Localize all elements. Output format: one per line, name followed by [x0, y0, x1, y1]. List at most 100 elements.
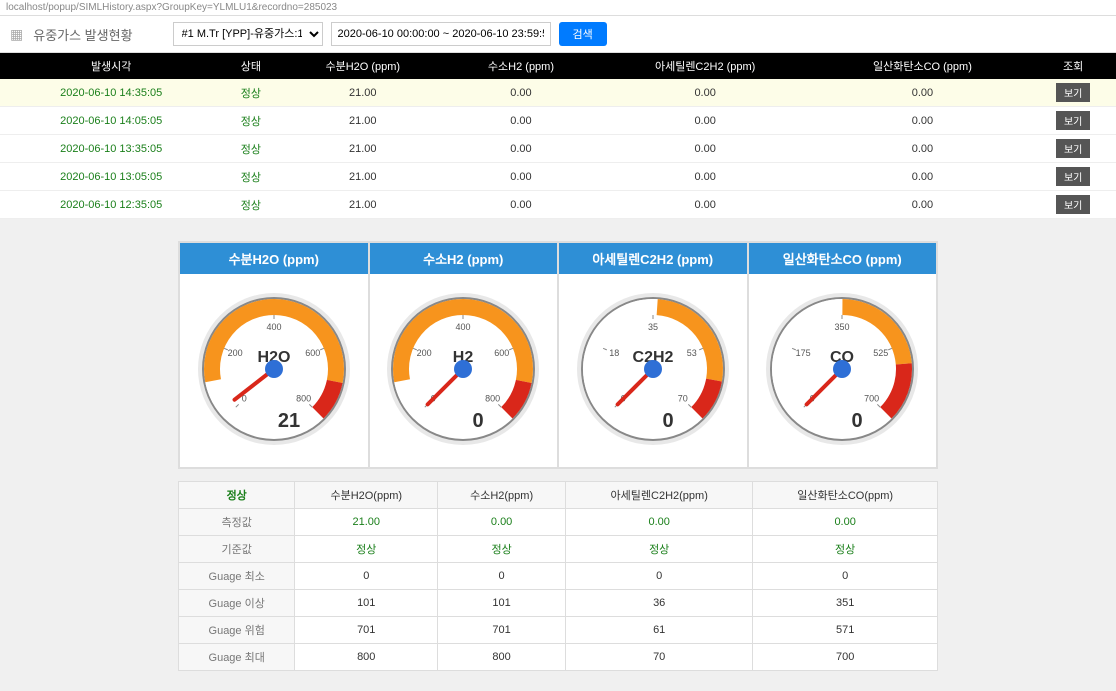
gauge-body: 0175350525700 CO 0 — [749, 274, 937, 467]
gauge-svg: 0200400600800 H2O 21 — [189, 284, 359, 454]
cell-status: 정상 — [222, 163, 279, 191]
gauge-cell: 일산화탄소CO (ppm) 0175350525700 CO 0 — [748, 242, 938, 468]
detail-cell: 101 — [295, 590, 438, 617]
controls: #1 M.Tr [YPP]-유중가스:1 검색 — [173, 22, 607, 46]
detail-cell: 0 — [295, 563, 438, 590]
gauge-svg: 0200400600800 H2 0 — [378, 284, 548, 454]
view-button[interactable]: 보기 — [1056, 111, 1090, 130]
cell-co: 0.00 — [815, 135, 1031, 163]
view-button[interactable]: 보기 — [1056, 195, 1090, 214]
cell-h2o: 21.00 — [279, 135, 446, 163]
cell-h2: 0.00 — [446, 79, 596, 107]
detail-cell: 61 — [566, 617, 753, 644]
gauge-svg: 0175350525700 CO 0 — [757, 284, 927, 454]
svg-text:800: 800 — [296, 394, 311, 404]
svg-text:70: 70 — [677, 394, 687, 404]
view-button[interactable]: 보기 — [1056, 167, 1090, 186]
gauge-title: 수분H2O (ppm) — [180, 243, 368, 274]
gauge-value: 21 — [278, 410, 300, 432]
gauge-cell: 수소H2 (ppm) 0200400600800 H2 0 — [369, 242, 559, 468]
detail-row: Guage 위험70170161571 — [179, 617, 938, 644]
detail-row: Guage 이상10110136351 — [179, 590, 938, 617]
cell-h2: 0.00 — [446, 107, 596, 135]
group-select[interactable]: #1 M.Tr [YPP]-유중가스:1 — [173, 22, 323, 46]
gauge-cell: 아세틸렌C2H2 (ppm) 018355370 C2H2 0 — [558, 242, 748, 468]
cell-view: 보기 — [1030, 135, 1116, 163]
detail-row: Guage 최대80080070700 — [179, 644, 938, 671]
detail-cell: 0.00 — [438, 509, 566, 536]
search-button[interactable]: 검색 — [559, 22, 607, 46]
detail-row: Guage 최소0000 — [179, 563, 938, 590]
cell-time: 2020-06-10 14:05:05 — [0, 107, 222, 135]
cell-time: 2020-06-10 13:35:05 — [0, 135, 222, 163]
svg-text:600: 600 — [305, 348, 320, 358]
detail-cell: 700 — [753, 644, 938, 671]
cell-co: 0.00 — [815, 107, 1031, 135]
history-header: 발생시각 — [0, 53, 222, 79]
detail-table: 정상수분H2O(ppm)수소H2(ppm)아세틸렌C2H2(ppm)일산화탄소C… — [178, 481, 938, 671]
url-text: localhost/popup/SIMLHistory.aspx?GroupKe… — [6, 2, 337, 13]
detail-row-label: Guage 최대 — [179, 644, 295, 671]
svg-text:350: 350 — [835, 322, 850, 332]
date-range-input[interactable] — [331, 22, 551, 46]
cell-h2o: 21.00 — [279, 107, 446, 135]
svg-text:800: 800 — [485, 394, 500, 404]
detail-cell: 701 — [438, 617, 566, 644]
cell-status: 정상 — [222, 135, 279, 163]
history-header: 아세틸렌C2H2 (ppm) — [596, 53, 815, 79]
detail-cell: 101 — [438, 590, 566, 617]
svg-text:35: 35 — [648, 322, 658, 332]
cell-time: 2020-06-10 12:35:05 — [0, 191, 222, 219]
grid-icon: ▦ — [10, 26, 23, 43]
detail-header: 아세틸렌C2H2(ppm) — [566, 482, 753, 509]
svg-text:400: 400 — [266, 322, 281, 332]
detail-cell: 0 — [566, 563, 753, 590]
cell-h2o: 21.00 — [279, 191, 446, 219]
gauge-body: 0200400600800 H2 0 — [370, 274, 558, 467]
history-header: 상태 — [222, 53, 279, 79]
gauge-value: 0 — [852, 410, 863, 432]
cell-h2: 0.00 — [446, 191, 596, 219]
detail-cell: 0 — [753, 563, 938, 590]
detail-cell: 571 — [753, 617, 938, 644]
detail-cell: 정상 — [295, 536, 438, 563]
detail-cell: 800 — [295, 644, 438, 671]
cell-co: 0.00 — [815, 191, 1031, 219]
gauge-value: 0 — [473, 410, 484, 432]
page-title: 유중가스 발생현황 — [33, 25, 132, 44]
cell-co: 0.00 — [815, 163, 1031, 191]
cell-status: 정상 — [222, 191, 279, 219]
cell-co: 0.00 — [815, 79, 1031, 107]
cell-view: 보기 — [1030, 79, 1116, 107]
svg-text:175: 175 — [796, 348, 811, 358]
history-table: 발생시각상태수분H2O (ppm)수소H2 (ppm)아세틸렌C2H2 (ppm… — [0, 53, 1116, 219]
view-button[interactable]: 보기 — [1056, 83, 1090, 102]
gauge-body: 0200400600800 H2O 21 — [180, 274, 368, 467]
svg-text:400: 400 — [456, 322, 471, 332]
cell-h2o: 21.00 — [279, 79, 446, 107]
detail-cell: 0.00 — [753, 509, 938, 536]
detail-header: 수소H2(ppm) — [438, 482, 566, 509]
cell-c2h2: 0.00 — [596, 79, 815, 107]
detail-header-first: 정상 — [179, 482, 295, 509]
title-bar: ▦ 유중가스 발생현황 #1 M.Tr [YPP]-유중가스:1 검색 — [0, 16, 1116, 53]
gauge-body: 018355370 C2H2 0 — [559, 274, 747, 467]
detail-header: 일산화탄소CO(ppm) — [753, 482, 938, 509]
cell-time: 2020-06-10 13:05:05 — [0, 163, 222, 191]
svg-text:700: 700 — [864, 394, 879, 404]
table-row: 2020-06-10 14:35:05정상21.000.000.000.00보기 — [0, 79, 1116, 107]
detail-row: 기준값정상정상정상정상 — [179, 536, 938, 563]
cell-c2h2: 0.00 — [596, 107, 815, 135]
svg-text:18: 18 — [609, 348, 619, 358]
gauge-title: 일산화탄소CO (ppm) — [749, 243, 937, 274]
svg-text:200: 200 — [417, 348, 432, 358]
cell-c2h2: 0.00 — [596, 135, 815, 163]
history-header: 수분H2O (ppm) — [279, 53, 446, 79]
detail-cell: 0.00 — [566, 509, 753, 536]
detail-row-label: 기준값 — [179, 536, 295, 563]
view-button[interactable]: 보기 — [1056, 139, 1090, 158]
gauge-cell: 수분H2O (ppm) 0200400600800 H2O 21 — [179, 242, 369, 468]
detail-cell: 70 — [566, 644, 753, 671]
cell-time: 2020-06-10 14:35:05 — [0, 79, 222, 107]
detail-cell: 정상 — [566, 536, 753, 563]
